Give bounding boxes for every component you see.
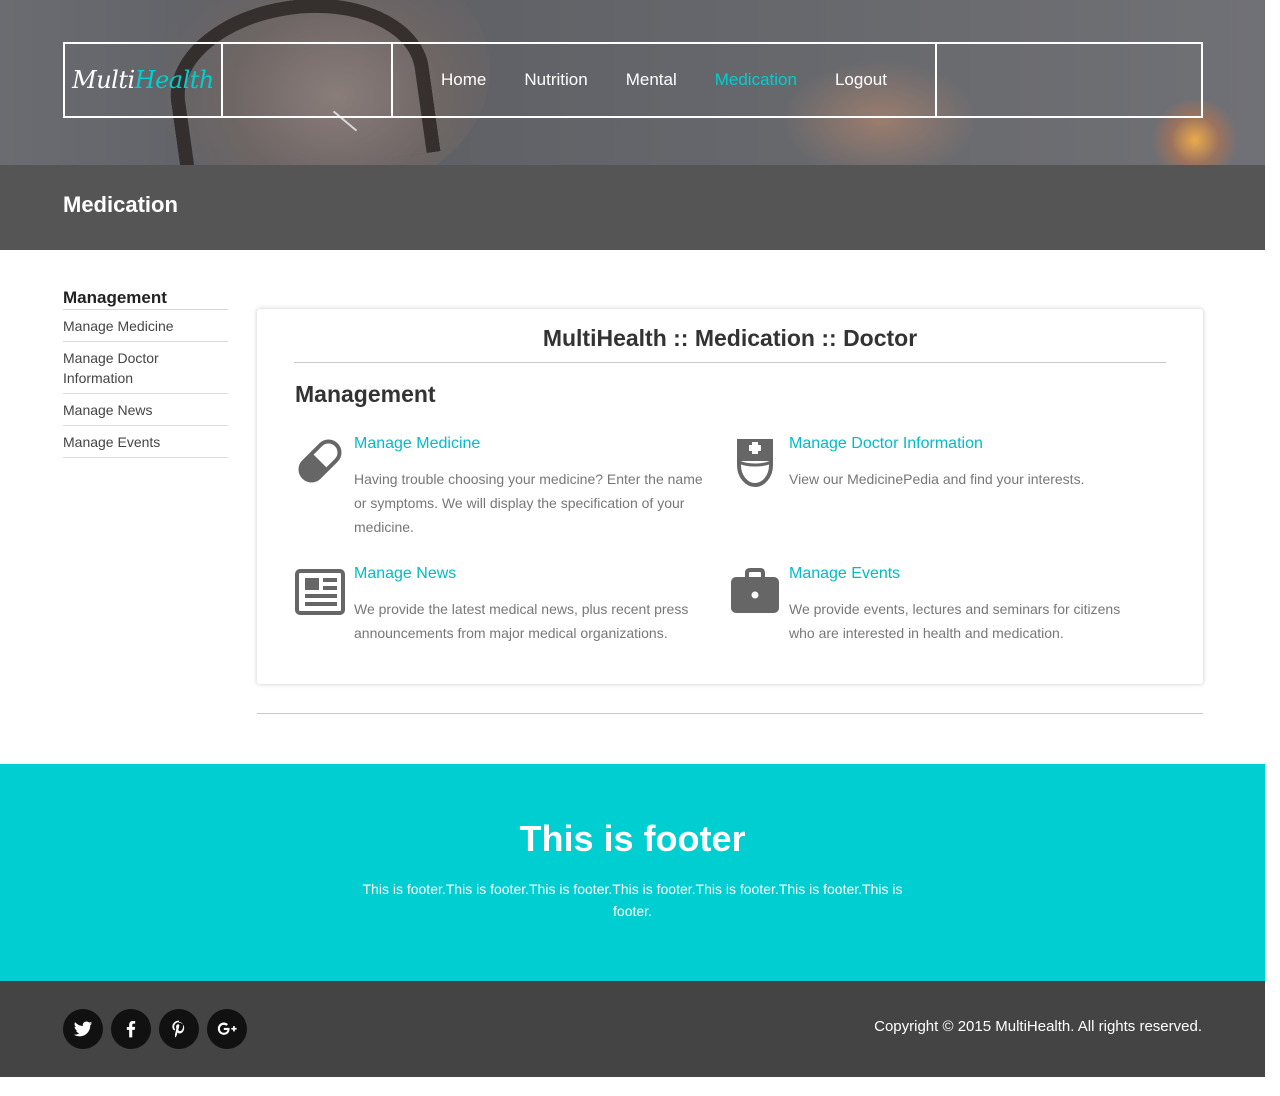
newspaper-icon bbox=[295, 569, 345, 615]
sidebar-heading: Management bbox=[63, 288, 228, 310]
footer-bottom: Copyright © 2015 MultiHealth. All rights… bbox=[0, 981, 1265, 1077]
doctor-icon bbox=[737, 439, 773, 487]
google-plus-icon bbox=[217, 1022, 237, 1035]
logo[interactable]: MultiHealth bbox=[65, 44, 223, 116]
navbar: MultiHealth Home Nutrition Mental Medica… bbox=[63, 42, 1203, 118]
nav-mental[interactable]: Mental bbox=[626, 70, 677, 90]
logo-text-health: Health bbox=[134, 66, 215, 94]
sidebar-item-manage-doctor-information[interactable]: Manage Doctor Information bbox=[63, 342, 228, 394]
pinterest-icon bbox=[172, 1020, 185, 1038]
facebook-button[interactable] bbox=[111, 1009, 151, 1049]
page-title: Medication bbox=[63, 192, 178, 217]
manage-events-link[interactable]: Manage Events bbox=[789, 565, 900, 583]
twitter-icon bbox=[73, 1021, 93, 1037]
pill-icon bbox=[298, 439, 342, 483]
nav-menu: Home Nutrition Mental Medication Logout bbox=[393, 44, 937, 116]
card-title: MultiHealth :: Medication :: Doctor bbox=[542, 325, 918, 351]
sidebar-item-manage-events[interactable]: Manage Events bbox=[63, 426, 228, 458]
sidebar: Management Manage Medicine Manage Doctor… bbox=[63, 288, 228, 458]
sidebar-item-manage-medicine[interactable]: Manage Medicine bbox=[63, 310, 228, 342]
footer-text: This is footer.This is footer.This is fo… bbox=[362, 881, 903, 919]
manage-news-link[interactable]: Manage News bbox=[354, 565, 456, 583]
feature-description: We provide events, lectures and seminars… bbox=[789, 601, 1121, 641]
page-title-bar: Medication bbox=[0, 165, 1265, 250]
footer-heading: This is footer bbox=[519, 818, 746, 859]
pinterest-button[interactable] bbox=[159, 1009, 199, 1049]
social-links bbox=[63, 1009, 247, 1049]
divider bbox=[294, 362, 1166, 363]
content-divider bbox=[257, 713, 1203, 714]
manage-medicine-link[interactable]: Manage Medicine bbox=[354, 435, 480, 453]
google-plus-button[interactable] bbox=[207, 1009, 247, 1049]
briefcase-icon bbox=[731, 568, 779, 613]
hero-header: MultiHealth Home Nutrition Mental Medica… bbox=[0, 0, 1265, 165]
twitter-button[interactable] bbox=[63, 1009, 103, 1049]
nav-home[interactable]: Home bbox=[441, 70, 486, 90]
feature-description: We provide the latest medical news, plus… bbox=[354, 601, 689, 641]
facebook-icon bbox=[126, 1021, 136, 1038]
feature-description: Having trouble choosing your medicine? E… bbox=[354, 471, 703, 535]
copyright-text: Copyright © 2015 MultiHealth. All rights… bbox=[874, 1018, 1202, 1035]
feature-description: View our MedicinePedia and find your int… bbox=[789, 471, 1085, 487]
nav-nutrition[interactable]: Nutrition bbox=[524, 70, 587, 90]
management-card: MultiHealth :: Medication :: Doctor Mana… bbox=[257, 309, 1203, 684]
nav-logout[interactable]: Logout bbox=[835, 70, 887, 90]
manage-doctor-information-link[interactable]: Manage Doctor Information bbox=[789, 435, 983, 453]
section-heading: Management bbox=[295, 381, 436, 407]
footer-top: This is footer This is footer.This is fo… bbox=[0, 764, 1265, 981]
nav-medication[interactable]: Medication bbox=[715, 70, 797, 90]
logo-text-multi: Multi bbox=[72, 66, 135, 94]
sidebar-item-manage-news[interactable]: Manage News bbox=[63, 394, 228, 426]
